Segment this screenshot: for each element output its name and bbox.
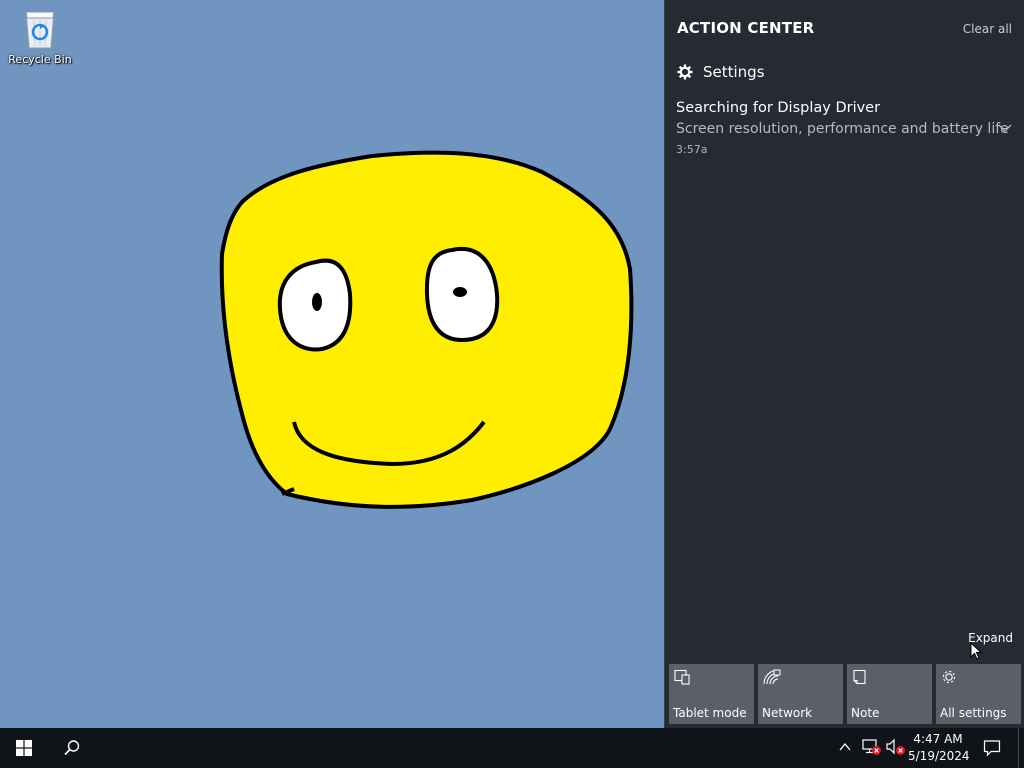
notification-time: 3:57a xyxy=(676,143,708,156)
notification-speech-bubble-icon xyxy=(983,740,1001,757)
action-center-button[interactable] xyxy=(972,728,1012,768)
chevron-down-icon[interactable] xyxy=(998,124,1012,132)
notification-group-name: Settings xyxy=(703,63,765,81)
taskbar: 4:47 AM 5/19/2024 xyxy=(0,728,1024,768)
quick-action-label: Note xyxy=(851,706,880,720)
chevron-up-icon[interactable] xyxy=(838,740,852,754)
show-desktop-button[interactable] xyxy=(1018,728,1024,768)
gear-icon xyxy=(677,64,693,80)
quick-action-note[interactable]: Note xyxy=(847,664,932,724)
gear-icon xyxy=(942,670,956,684)
smiley-face-drawing xyxy=(219,150,634,509)
quick-action-network[interactable]: Network xyxy=(758,664,843,724)
note-icon xyxy=(853,669,866,685)
tablet-mode-icon xyxy=(674,669,690,685)
network-icon xyxy=(763,669,781,685)
quick-action-label: Network xyxy=(762,706,813,720)
action-center-panel: ACTION CENTER Clear all Settings Searchi… xyxy=(664,0,1024,728)
network-disconnected-icon[interactable] xyxy=(862,738,882,756)
quick-action-all-settings[interactable]: All settings xyxy=(936,664,1021,724)
recycle-bin-icon xyxy=(25,11,55,49)
mouse-cursor-icon xyxy=(970,642,982,660)
search-icon xyxy=(64,740,80,756)
quick-action-label: Tablet mode xyxy=(673,706,747,720)
volume-muted-icon[interactable] xyxy=(886,738,906,756)
notification-group-settings[interactable]: Settings xyxy=(677,63,765,81)
quick-action-label: All settings xyxy=(940,706,1007,720)
desktop-icon-recycle-bin[interactable]: Recycle Bin xyxy=(4,6,76,66)
clock-time: 4:47 AM xyxy=(913,732,963,746)
start-button[interactable] xyxy=(0,728,48,768)
taskbar-clock[interactable]: 4:47 AM 5/19/2024 xyxy=(908,731,970,765)
notification-title: Searching for Display Driver xyxy=(676,100,881,116)
action-center-title: ACTION CENTER xyxy=(677,19,815,37)
quick-action-tablet-mode[interactable]: Tablet mode xyxy=(669,664,754,724)
windows-logo-icon xyxy=(16,740,32,756)
notification-body: Screen resolution, performance and batte… xyxy=(676,121,1009,137)
search-button[interactable] xyxy=(48,728,96,768)
desktop: Recycle Bin xyxy=(0,0,664,728)
clock-date: 5/19/2024 xyxy=(908,749,970,763)
notification-item[interactable]: Searching for Display Driver Screen reso… xyxy=(665,96,1024,160)
desktop-icon-label: Recycle Bin xyxy=(8,53,72,66)
quick-actions-grid: Tablet mode Network Note All settings xyxy=(669,664,1021,724)
clear-all-button[interactable]: Clear all xyxy=(963,22,1012,36)
